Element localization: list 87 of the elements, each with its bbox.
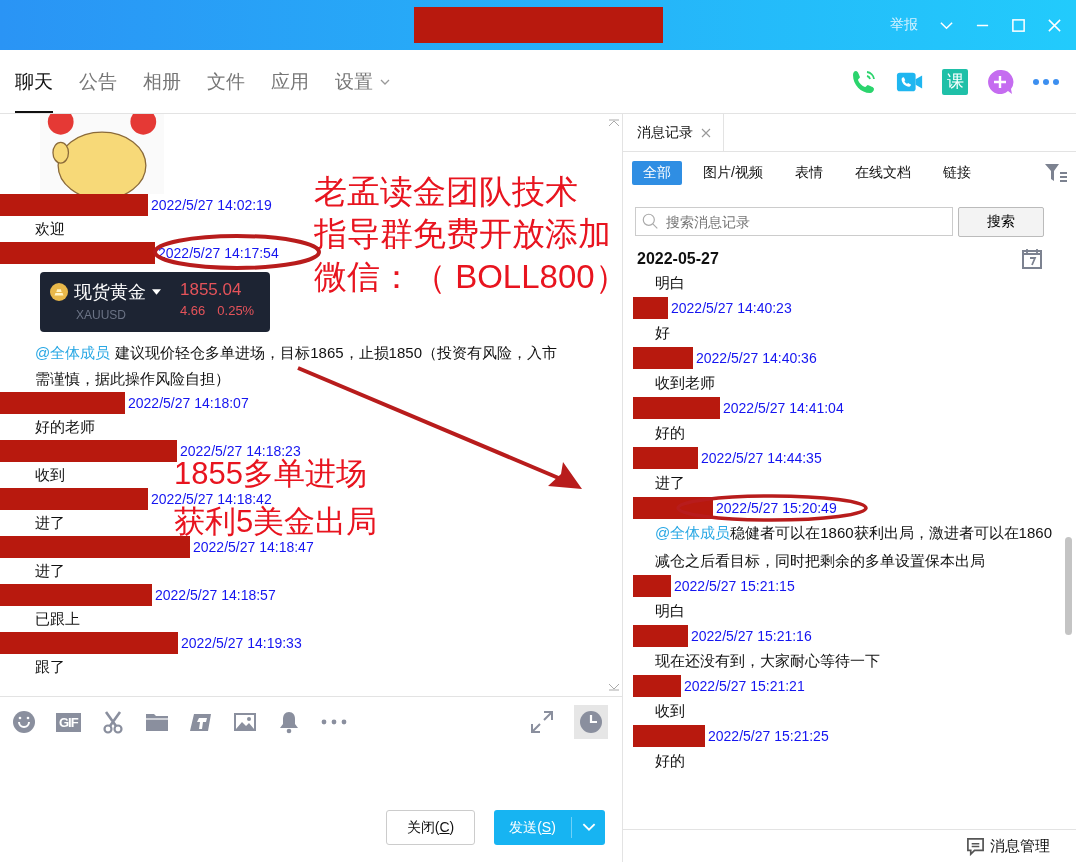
- message-time: 2022/5/27 14:44:35: [701, 450, 822, 466]
- message-text: 现在还没有到，大家耐心等待一下: [655, 651, 880, 671]
- message-time: 2022/5/27 14:40:36: [696, 350, 817, 366]
- message-text: 欢迎: [35, 219, 65, 239]
- add-bubble-icon[interactable]: [986, 67, 1014, 96]
- message-text: 好的老师: [35, 417, 95, 437]
- message-text: 收到: [35, 465, 65, 485]
- calendar-icon[interactable]: [1022, 249, 1042, 269]
- redaction-block: [633, 447, 698, 469]
- message-text: 明白: [655, 601, 685, 621]
- search-button[interactable]: 搜索: [958, 207, 1044, 237]
- message-text: 进了: [35, 561, 65, 581]
- annotation-text: 指导群免费开放添加: [314, 216, 611, 253]
- message-time: 2022/5/27 14:41:04: [723, 400, 844, 416]
- annotation-text: 1855多单进场: [174, 457, 367, 492]
- image-icon[interactable]: [232, 710, 257, 734]
- expand-icon[interactable]: [530, 710, 554, 734]
- message-text: 收到: [655, 701, 685, 721]
- tab[interactable]: 相册: [143, 50, 181, 113]
- message-text: 好的: [655, 423, 685, 443]
- annotation-text: 微信：（ BOLL800）: [314, 258, 628, 295]
- redaction-block: [633, 297, 668, 319]
- emoji-icon[interactable]: [12, 710, 36, 734]
- redaction-block: [633, 347, 693, 369]
- message-time: 2022/5/27 14:18:07: [128, 395, 249, 411]
- message-time: 2022/5/27 15:21:25: [708, 728, 829, 744]
- message-time: 2022/5/27 15:21:21: [684, 678, 805, 694]
- close-icon[interactable]: [701, 127, 711, 138]
- tab[interactable]: 设置: [335, 50, 391, 113]
- quote-change: 4.66: [180, 303, 206, 318]
- message-text: 已跟上: [35, 609, 80, 629]
- message-manage-button[interactable]: 消息管理: [966, 836, 1050, 856]
- message-text: 进了: [655, 473, 685, 493]
- message-time: 2022/5/27 14:18:47: [193, 539, 314, 555]
- quote-symbol: XAUUSD: [76, 308, 127, 322]
- annotation-text: 老孟读金团队技术: [314, 174, 578, 211]
- annotation-text: 获利5美金出局: [174, 505, 378, 540]
- redaction-block: [633, 725, 705, 747]
- search-icon: [642, 213, 659, 230]
- message-time: 2022/5/27 14:19:33: [181, 635, 302, 651]
- message-time: 2022/5/27 14:40:23: [671, 300, 792, 316]
- more-icon[interactable]: [320, 719, 347, 725]
- quote-percent: 0.25%: [217, 303, 255, 318]
- scrollbar-thumb[interactable]: [1065, 537, 1072, 635]
- redaction-block: [633, 675, 681, 697]
- message-text: @全体成员稳健者可以在1860获利出局，激进者可以在1860减仓之后看目标，同时把剩余的多单设置保本出局: [655, 523, 1053, 571]
- message-time: 2022/5/27 15:21:15: [674, 578, 795, 594]
- history-tab[interactable]: 消息记录: [637, 123, 693, 142]
- message-time: 2022/5/27 14:02:19: [151, 197, 272, 213]
- redaction-block: [633, 625, 688, 647]
- tab[interactable]: 文件: [207, 50, 245, 113]
- message-time: 2022/5/27 14:17:54: [158, 245, 279, 261]
- search-field[interactable]: 搜索消息记录: [635, 207, 953, 236]
- coin-icon: [50, 283, 68, 301]
- date-heading: 2022-05-27: [637, 250, 719, 268]
- message-text: 跟了: [35, 657, 65, 677]
- close-button[interactable]: 关闭(C): [386, 810, 475, 845]
- maximize-icon[interactable]: [1011, 17, 1026, 33]
- message-time: 2022/5/27 15:21:16: [691, 628, 812, 644]
- gif-button[interactable]: GIF: [56, 712, 81, 732]
- history-button[interactable]: [574, 705, 608, 739]
- message-text: 明白: [655, 273, 685, 293]
- tab[interactable]: 应用: [271, 50, 309, 113]
- message-text: 进了: [35, 513, 65, 533]
- tab[interactable]: 公告: [79, 50, 117, 113]
- message-icon: [966, 836, 985, 856]
- filter-icon[interactable]: [1044, 163, 1068, 183]
- collapse-down-icon[interactable]: [608, 683, 620, 691]
- quote-name: 现货黄金: [74, 281, 146, 304]
- scissors-icon[interactable]: [100, 710, 125, 734]
- caret-icon[interactable]: [152, 289, 161, 295]
- filter-tab[interactable]: 在线文档: [843, 161, 922, 185]
- filter-tab[interactable]: 表情: [783, 161, 834, 185]
- redaction-block: [633, 575, 671, 597]
- more-icon[interactable]: [1032, 77, 1060, 86]
- filter-tab[interactable]: 全部: [632, 161, 682, 185]
- filter-tab[interactable]: 图片/视频: [692, 161, 774, 185]
- quote-price: 1855.04: [180, 280, 243, 300]
- message-time: 2022/5/27 14:18:23: [180, 443, 301, 459]
- message-text: @全体成员 建议现价轻仓多单进场，目标1865，止损1850（投资有风险，入市需谨慎，据此操作风险自担）: [35, 343, 558, 389]
- message-text: 收到老师: [655, 373, 715, 393]
- filter-tab[interactable]: 链接: [931, 161, 982, 185]
- message-time: 2022/5/27 14:18:57: [155, 587, 276, 603]
- message-text: 好的: [655, 751, 685, 771]
- message-time: 2022/5/27 15:20:49: [716, 500, 837, 516]
- message-text: 好: [655, 323, 670, 343]
- collapse-up-icon[interactable]: [608, 119, 620, 127]
